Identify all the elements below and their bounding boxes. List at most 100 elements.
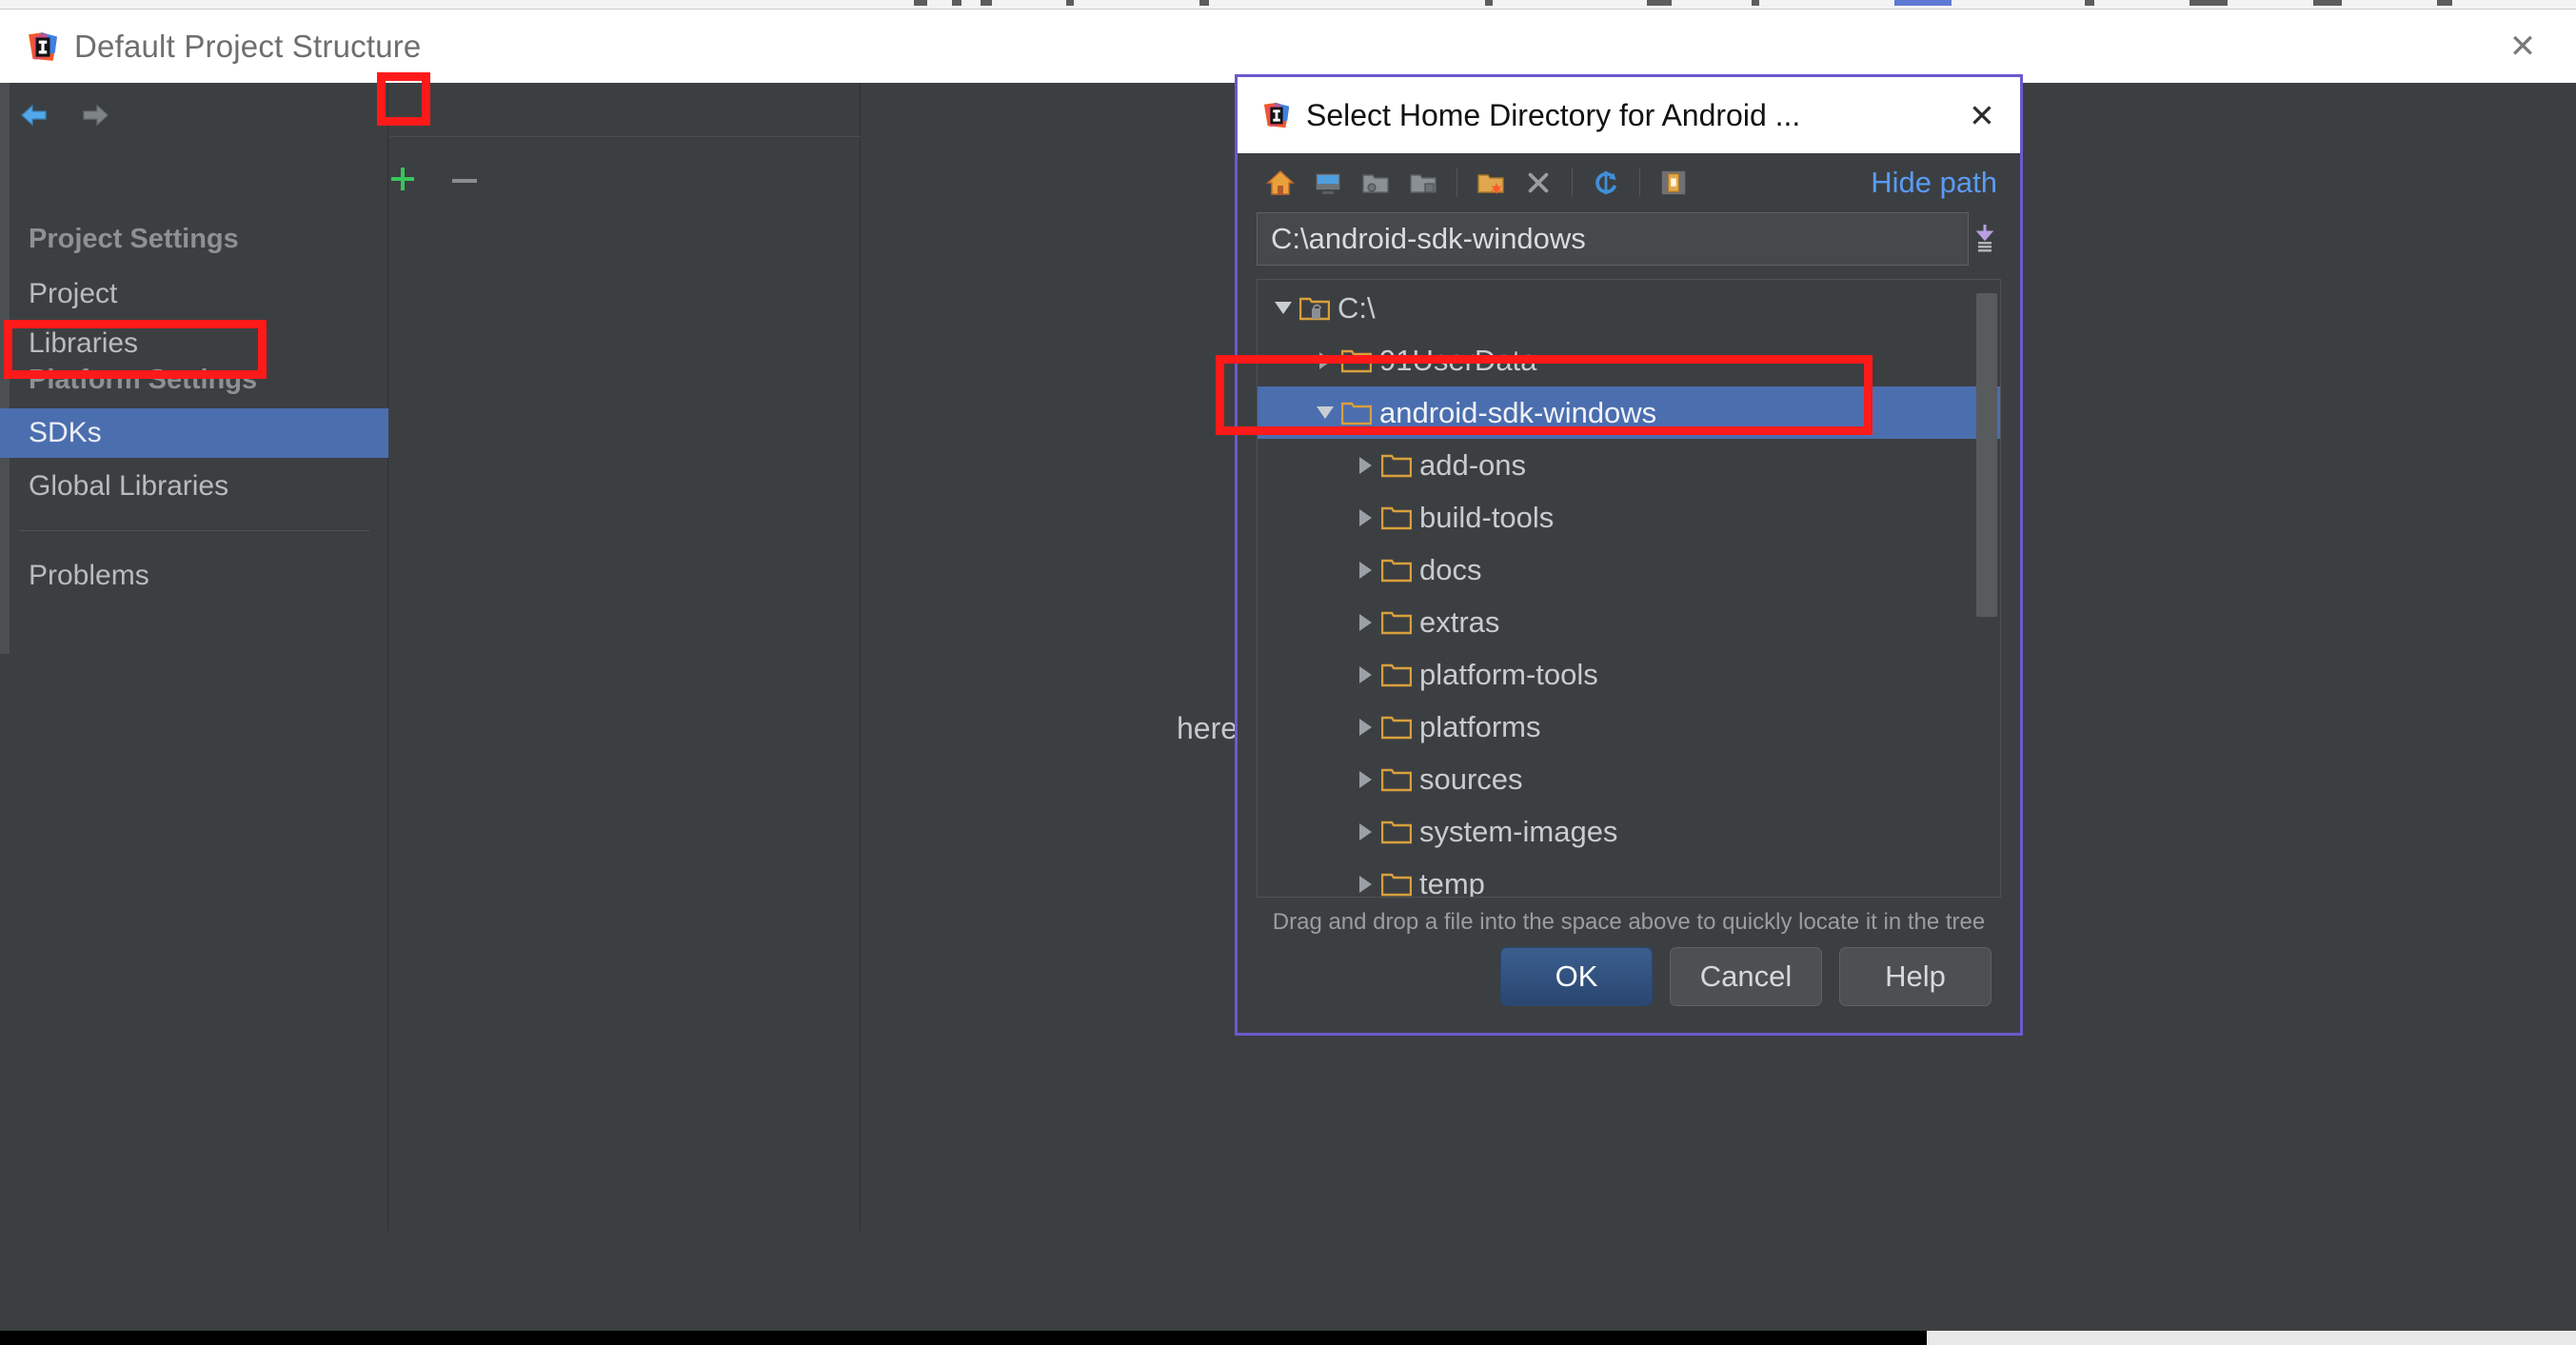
close-icon[interactable]: ✕ [2504, 28, 2542, 66]
path-input[interactable]: C:\android-sdk-windows [1257, 212, 1969, 266]
folder-icon [1380, 871, 1413, 898]
background-window-sliver [0, 0, 2576, 10]
window-titlebar: Default Project Structure ✕ [0, 10, 2576, 83]
screen: Default Project Structure ✕ Project Sett… [0, 0, 2576, 1345]
project-folder-icon[interactable] [1355, 162, 1397, 204]
sidebar-section-heading-project-settings: Project Settings [29, 224, 239, 254]
background-hint-text: here [1177, 711, 1238, 745]
tree-vertical-scrollbar[interactable] [1976, 293, 1997, 617]
chevron-right-icon[interactable] [1353, 558, 1377, 583]
sidebar-divider [19, 530, 369, 531]
folder-icon [1380, 662, 1413, 688]
sidebar-item-sdks[interactable]: SDKs [0, 408, 388, 458]
chevron-down-icon[interactable] [1313, 401, 1338, 425]
sidebar-item-libraries[interactable]: Libraries [0, 319, 388, 368]
tree-row[interactable]: temp [1258, 858, 2000, 898]
chevron-right-icon[interactable] [1353, 663, 1377, 687]
chevron-down-icon[interactable] [1271, 296, 1296, 321]
tree-row[interactable]: 91UserData [1258, 334, 2000, 386]
toolbar-separator [1456, 168, 1457, 197]
dialog-help-button[interactable]: Help [1839, 947, 1991, 1006]
close-icon[interactable]: ✕ [1961, 94, 2003, 136]
sidebar-item-label: Libraries [29, 327, 139, 359]
chevron-right-icon[interactable] [1353, 505, 1377, 530]
history-dropdown-icon[interactable] [1969, 212, 2001, 266]
select-home-directory-dialog: Select Home Directory for Android ... ✕ [1235, 74, 2023, 1036]
folder-icon [1380, 819, 1413, 845]
dialog-cancel-button[interactable]: Cancel [1670, 947, 1822, 1006]
tree-item-label: docs [1419, 552, 1482, 586]
sidebar-item-label: Project [29, 278, 118, 309]
drive-locked-folder-icon [1298, 295, 1331, 322]
sidebar-section-heading-platform-settings: Platform Settings [29, 365, 258, 395]
home-icon[interactable] [1259, 162, 1301, 204]
dialog-title: Select Home Directory for Android ... [1306, 97, 1801, 132]
tree-item-label: add-ons [1419, 447, 1527, 482]
page-title: Default Project Structure [74, 28, 422, 64]
folder-icon [1380, 557, 1413, 583]
path-row: C:\android-sdk-windows [1238, 212, 2020, 266]
sidebar-navigation-buttons [17, 98, 112, 132]
chevron-right-icon[interactable] [1313, 348, 1338, 373]
chevron-right-icon[interactable] [1353, 715, 1377, 740]
folder-icon [1380, 714, 1413, 741]
tree-item-label: sources [1419, 762, 1523, 796]
tree-row[interactable]: system-images [1258, 805, 2000, 858]
dialog-button-bar: OK Cancel Help [1238, 947, 2020, 1006]
tree-row[interactable]: docs [1258, 544, 2000, 596]
tree-item-label: extras [1419, 604, 1500, 639]
tree-row[interactable]: sources [1258, 753, 2000, 805]
tree-item-label: C:\ [1338, 290, 1376, 325]
tree-item-label: platforms [1419, 709, 1541, 743]
arrow-forward-icon[interactable] [78, 98, 112, 132]
chevron-right-icon[interactable] [1353, 610, 1377, 635]
chevron-right-icon[interactable] [1353, 453, 1377, 478]
sidebar-item-label: SDKs [29, 417, 102, 448]
module-folder-icon[interactable] [1402, 162, 1444, 204]
folder-icon [1380, 504, 1413, 531]
hide-path-link[interactable]: Hide path [1871, 166, 2001, 200]
intellij-idea-logo-icon [27, 30, 59, 63]
folder-icon [1380, 609, 1413, 636]
tree-item-label: system-images [1419, 814, 1618, 848]
folder-icon [1340, 347, 1373, 374]
settings-sidebar: Project Settings Project Libraries Platf… [0, 83, 477, 1232]
desktop-icon[interactable] [1307, 162, 1349, 204]
refresh-icon[interactable] [1585, 162, 1627, 204]
tree-row-selected[interactable]: android-sdk-windows [1258, 386, 2000, 439]
dialog-titlebar: Select Home Directory for Android ... ✕ [1238, 77, 2020, 153]
sidebar-item-label: Global Libraries [29, 470, 229, 502]
tree-row[interactable]: extras [1258, 596, 2000, 648]
intellij-idea-logo-icon [1262, 101, 1291, 129]
tree-item-label: 91UserData [1379, 343, 1537, 377]
folder-icon [1380, 452, 1413, 479]
new-folder-icon[interactable] [1470, 162, 1512, 204]
screen-bottom-black-strip [0, 1331, 1927, 1345]
tree-item-label: temp [1419, 866, 1485, 898]
tree-item-label: android-sdk-windows [1379, 395, 1657, 429]
tree-row[interactable]: build-tools [1258, 491, 2000, 544]
folder-icon [1380, 766, 1413, 793]
sdk-list-pane[interactable] [389, 83, 861, 1232]
sidebar-item-global-libraries[interactable]: Global Libraries [0, 462, 388, 511]
show-hidden-files-icon[interactable] [1653, 162, 1694, 204]
folder-icon [1340, 400, 1373, 426]
delete-icon[interactable] [1517, 162, 1559, 204]
tree-row[interactable]: add-ons [1258, 439, 2000, 491]
tree-item-label: platform-tools [1419, 657, 1598, 691]
chevron-right-icon[interactable] [1353, 872, 1377, 897]
tree-row[interactable]: platform-tools [1258, 648, 2000, 701]
taskbar-strip [1927, 1331, 2576, 1345]
chevron-right-icon[interactable] [1353, 820, 1377, 844]
sidebar-item-problems[interactable]: Problems [0, 551, 388, 601]
sidebar-item-project[interactable]: Project [0, 269, 388, 319]
toolbar-separator [1572, 168, 1573, 197]
arrow-back-icon[interactable] [17, 98, 51, 132]
dialog-toolbar: Hide path [1238, 153, 2020, 212]
directory-tree[interactable]: C:\ 91UserData android-sdk-windows add-o… [1257, 279, 2001, 898]
chevron-right-icon[interactable] [1353, 767, 1377, 792]
tree-row[interactable]: platforms [1258, 701, 2000, 753]
dialog-ok-button[interactable]: OK [1500, 947, 1653, 1006]
tree-row[interactable]: C:\ [1258, 282, 2000, 334]
toolbar-separator [1639, 168, 1640, 197]
